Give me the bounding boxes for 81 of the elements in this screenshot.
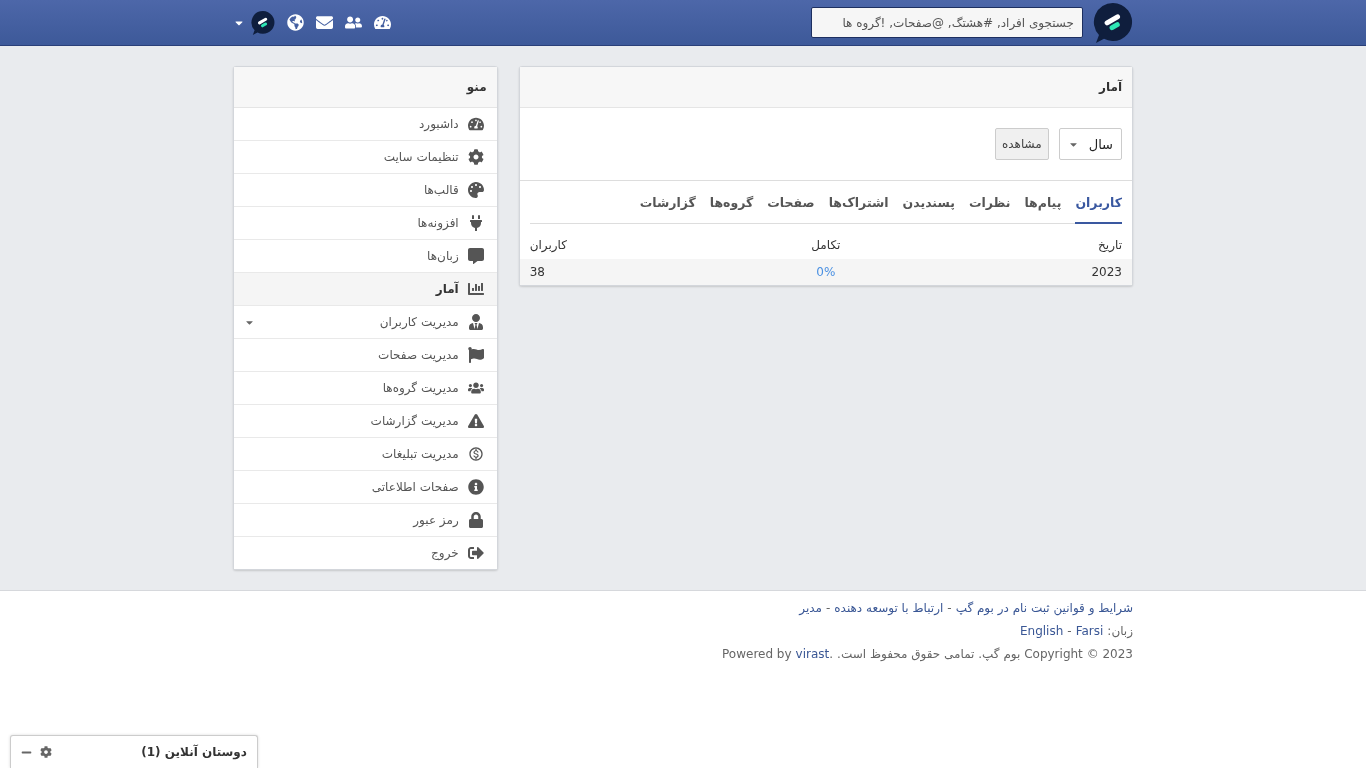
menu-item[interactable]: داشبورد xyxy=(234,108,497,140)
menu-item[interactable]: قالب‌ها xyxy=(234,173,497,206)
tab[interactable]: پیام‌ها xyxy=(1024,191,1062,224)
menu-item-icon xyxy=(466,149,485,165)
menu-item-label: تنظیمات سایت xyxy=(383,150,459,164)
chat-bar[interactable]: دوستان آنلاین (1) xyxy=(10,735,258,768)
tab[interactable]: صفحات xyxy=(767,191,815,224)
menu-item-icon xyxy=(466,380,485,396)
footer-link[interactable]: شرایط و قوانین ثبت نام در بوم گپ xyxy=(955,601,1133,615)
chat-title: دوستان آنلاین (1) xyxy=(141,745,247,759)
search-field[interactable]: جستجوی افراد, #هشتگ, @صفحات, !گروه ها xyxy=(811,7,1083,38)
menu-item-label: داشبورد xyxy=(419,117,459,131)
panel-title: آمار xyxy=(1099,80,1122,94)
separator-text: - xyxy=(1067,624,1072,638)
table-cell-text: 2023 xyxy=(1090,265,1122,279)
menu-item-label: مدیریت صفحات xyxy=(378,348,459,362)
menu-item-label: افزونه‌ها xyxy=(417,216,459,230)
menu-item[interactable]: خروج xyxy=(234,536,497,569)
footer-link[interactable]: ارتباط با توسعه دهنده xyxy=(834,601,944,615)
menu-item-label: مدیریت کاربران xyxy=(379,315,459,329)
language-label: زبان: xyxy=(1107,624,1133,638)
menu-item[interactable]: مدیریت صفحات xyxy=(234,338,497,371)
language-link[interactable]: Farsi xyxy=(1075,624,1104,638)
panel-title: منو xyxy=(466,80,487,94)
settings-icon[interactable] xyxy=(40,746,52,758)
menu-item-icon xyxy=(466,512,485,528)
tab[interactable]: پسندیدن xyxy=(902,191,955,224)
globe-icon[interactable] xyxy=(287,14,304,31)
tab[interactable]: اشتراک‌ها xyxy=(828,191,889,224)
language-link[interactable]: English xyxy=(1019,624,1064,638)
menu-item-label: مدیریت گروه‌ها xyxy=(382,381,459,395)
menu-item-icon xyxy=(466,413,485,429)
tab[interactable]: کاربران xyxy=(1075,191,1122,224)
separator-text: - xyxy=(947,601,952,615)
period-text: . xyxy=(829,647,834,661)
footer-link[interactable]: مدیر xyxy=(799,601,822,615)
menu-item-icon xyxy=(466,182,485,198)
menu-item-label: صفحات اطلاعاتی xyxy=(371,480,459,494)
menu-item[interactable]: صفحات اطلاعاتی xyxy=(234,470,497,503)
menu-item-label: رمز عبور xyxy=(413,513,459,527)
menu-item-label: خروج xyxy=(431,546,459,560)
menu-item-icon xyxy=(466,479,485,495)
menu-item-label: زبان‌ها xyxy=(427,249,459,263)
view-button[interactable]: مشاهده xyxy=(995,128,1049,160)
menu-item-label: مدیریت تبلیغات xyxy=(381,447,459,461)
menu-item-icon xyxy=(466,116,485,132)
copyright-text: 2023 © Copyright بوم گپ. تمامی حقوق محفوظ است. xyxy=(837,647,1133,661)
menu-item[interactable]: آمار xyxy=(234,272,497,305)
menu-item[interactable]: مدیریت گزارشات xyxy=(234,404,497,437)
period-select[interactable]: سال xyxy=(1058,128,1122,160)
menu-item[interactable]: مدیریت گروه‌ها xyxy=(234,371,497,404)
menu-item[interactable]: مدیریت تبلیغات xyxy=(234,437,497,470)
friends-icon[interactable] xyxy=(345,14,362,31)
menu-item[interactable]: تنظیمات سایت xyxy=(234,140,497,173)
menu-item[interactable]: مدیریت کاربران xyxy=(234,305,497,338)
tab[interactable]: گزارشات xyxy=(639,191,696,224)
dashboard-icon[interactable] xyxy=(374,14,391,31)
table-cell-text: 0% xyxy=(815,265,837,279)
column-header: تکامل xyxy=(810,238,842,252)
menu-item-label: قالب‌ها xyxy=(423,183,459,197)
menu-item[interactable]: افزونه‌ها xyxy=(234,206,497,239)
menu-item-label: مدیریت گزارشات xyxy=(370,414,459,428)
menu-item-icon xyxy=(466,314,485,330)
menu-item-label: آمار xyxy=(435,282,459,296)
table-cell-text: 38 xyxy=(529,265,546,279)
menu-item-icon xyxy=(466,248,485,264)
menu-item-icon xyxy=(466,446,485,462)
menu-item[interactable]: رمز عبور xyxy=(234,503,497,536)
column-header: کاربران xyxy=(529,238,568,252)
menu-item-icon xyxy=(466,281,485,297)
tab[interactable]: نظرات xyxy=(968,191,1011,224)
menu-item-icon xyxy=(466,545,485,561)
profile-avatar[interactable] xyxy=(251,9,275,36)
menu-item-icon xyxy=(466,347,485,363)
column-header: تاریخ xyxy=(1097,238,1122,252)
tab[interactable]: گروه‌ها xyxy=(709,191,754,224)
logo[interactable] xyxy=(1093,1,1133,44)
separator-text: - xyxy=(825,601,831,615)
menu-item[interactable]: زبان‌ها xyxy=(234,239,497,272)
mail-icon[interactable] xyxy=(316,14,333,31)
powered-by-text: Powered by xyxy=(722,647,792,661)
